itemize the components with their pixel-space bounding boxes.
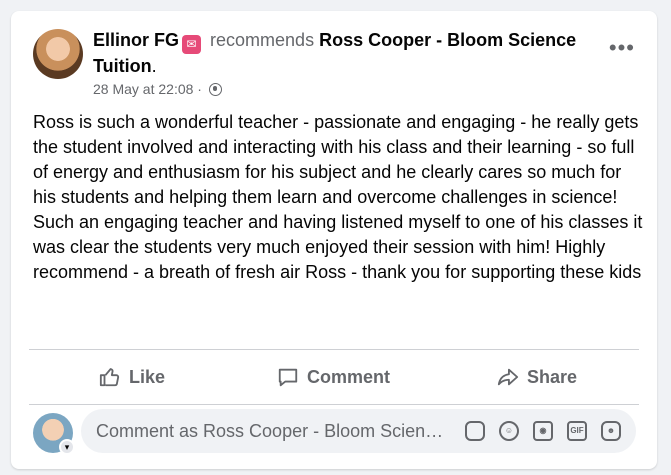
share-arrow-icon	[497, 368, 519, 386]
public-globe-icon[interactable]	[208, 83, 222, 96]
comment-input[interactable]: Comment as Ross Cooper - Bloom Science T…	[81, 409, 636, 453]
post-body: Ross is such a wonderful teacher - passi…	[33, 110, 643, 285]
actions-divider-bottom	[29, 404, 639, 405]
post-timestamp[interactable]: 28 May at 22:08	[93, 81, 193, 97]
author-avatar[interactable]	[33, 29, 83, 79]
avatar-sticker-icon[interactable]	[465, 421, 485, 441]
actions-divider-top	[29, 349, 639, 350]
comment-button[interactable]: Comment	[277, 354, 390, 400]
emoji-icon[interactable]: ☺	[499, 421, 519, 441]
post-header: Ellinor FG ✉ recommends Ross Cooper - Blo…	[93, 28, 593, 78]
top-fan-badge-icon: ✉	[182, 35, 202, 54]
comment-bubble-icon	[278, 368, 298, 387]
comment-composer: ▾ Comment as Ross Cooper - Bloom Science…	[11, 409, 657, 459]
meta-separator: ·	[197, 81, 202, 97]
thumbs-up-icon	[99, 368, 120, 387]
share-button[interactable]: Share	[497, 354, 577, 400]
comment-label: Comment	[307, 366, 391, 387]
post-actions: Like Comment Share	[11, 354, 657, 400]
recommends-verb: recommends	[210, 30, 315, 50]
comment-placeholder: Comment as Ross Cooper - Bloom Science T…	[96, 421, 451, 441]
more-options-icon[interactable]: •••	[609, 37, 635, 59]
gif-icon[interactable]: GIF	[567, 421, 587, 441]
post-card: Ellinor FG ✉ recommends Ross Cooper - Blo…	[11, 11, 657, 469]
camera-icon[interactable]: ◉	[533, 421, 553, 441]
post-meta: 28 May at 22:08 ·	[93, 81, 222, 97]
chevron-down-icon[interactable]: ▾	[59, 439, 75, 455]
share-label: Share	[527, 366, 578, 387]
author-name[interactable]: Ellinor FG	[93, 30, 179, 50]
like-button[interactable]: Like	[99, 354, 165, 400]
post-paragraph: Such an engaging teacher and having list…	[33, 212, 643, 282]
page-name-suffix: .	[151, 56, 157, 76]
like-label: Like	[129, 366, 166, 387]
sticker-icon[interactable]: ☻	[601, 421, 621, 441]
post-paragraph: Ross is such a wonderful teacher - passi…	[33, 112, 639, 207]
